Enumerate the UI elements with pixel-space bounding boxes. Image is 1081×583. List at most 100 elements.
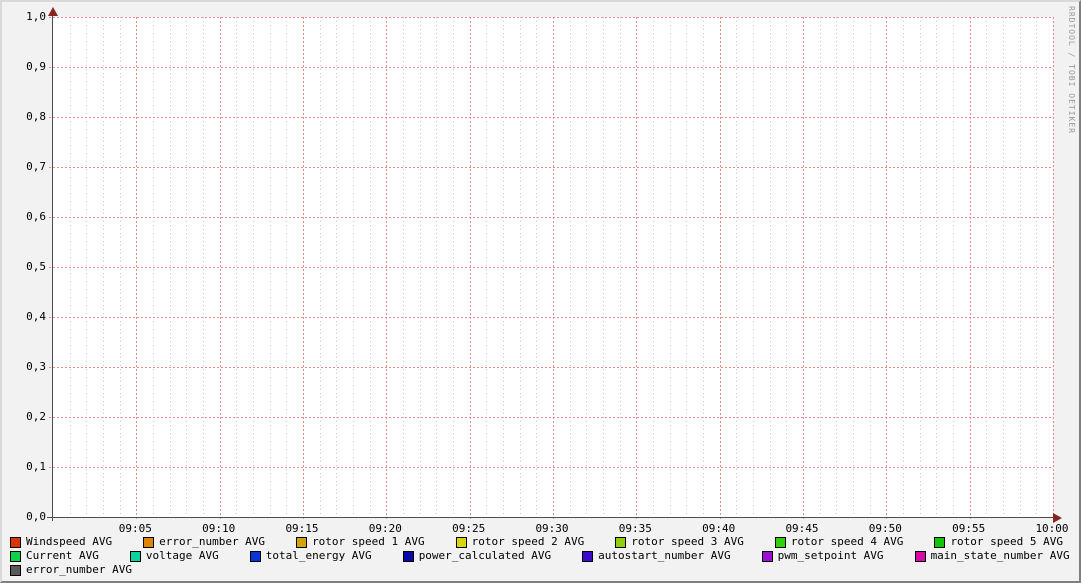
legend-swatch	[615, 536, 627, 548]
y-tick-label: 0,0	[26, 510, 46, 523]
legend-swatch	[761, 550, 773, 562]
legend-label: total_energy AVG	[265, 549, 372, 562]
legend-label: rotor speed 2 AVG	[471, 535, 585, 548]
x-tick-label: 09:10	[202, 522, 236, 535]
grid-major-vertical	[469, 17, 471, 521]
legend-swatch	[10, 564, 21, 576]
x-tick-label: 09:45	[785, 522, 819, 535]
legend-label: pwm_setpoint AVG	[777, 549, 884, 562]
grid-major-vertical	[803, 17, 804, 521]
grid-major-horizontal	[49, 167, 1053, 168]
grid-major-vertical	[636, 17, 638, 521]
grid-major-horizontal	[49, 67, 1053, 68]
x-tick-label: 09:40	[702, 522, 736, 535]
y-tick-label: 0,4	[26, 310, 46, 323]
legend-label: Windspeed AVG	[26, 535, 113, 548]
y-axis-arrow-icon	[48, 7, 58, 16]
legend-row: Current AVG voltage AVG total_energy AVG po…	[10, 549, 1070, 563]
grid-major-vertical	[219, 17, 221, 521]
x-tick-label: 09:55	[952, 522, 986, 535]
grid-major-horizontal	[49, 417, 1053, 418]
x-tick-label: 09:25	[452, 522, 486, 535]
legend-item: main_state_number AVG	[914, 549, 1070, 562]
grid-major-horizontal	[49, 267, 1053, 268]
legend-swatch	[129, 550, 141, 562]
legend-item: total_energy AVG	[249, 549, 372, 562]
y-tick-label: 0,6	[26, 210, 46, 223]
y-tick-label: 0,2	[26, 410, 46, 423]
legend-item: error_number AVG	[143, 536, 265, 548]
legend-item: rotor speed 2 AVG	[455, 535, 585, 548]
watermark: RRDTOOL / TOBI OETIKER	[1067, 6, 1076, 134]
y-tick-label: 0,8	[26, 110, 46, 123]
legend-label: rotor speed 5 AVG	[950, 535, 1064, 548]
legend-label: power_calculated AVG	[418, 549, 552, 562]
legend-item: rotor speed 5 AVG	[934, 536, 1063, 548]
grid-major-horizontal	[49, 467, 1053, 468]
grid-major-horizontal	[49, 317, 1053, 318]
legend-label: voltage AVG	[145, 549, 219, 562]
legend-item: pwm_setpoint AVG	[761, 549, 884, 562]
legend-swatch	[914, 550, 926, 562]
x-tick-label: 09:15	[285, 522, 319, 535]
legend-item: rotor speed 1 AVG	[296, 536, 425, 548]
grid-major-vertical	[969, 17, 971, 521]
x-tick-label: 10:00	[1035, 522, 1069, 535]
y-tick-label: 0,9	[26, 60, 46, 73]
x-tick-label: 09:20	[368, 522, 402, 535]
legend-swatch	[143, 536, 155, 548]
grid-major-horizontal	[49, 117, 1053, 118]
grid-major-horizontal	[49, 217, 1053, 218]
y-tick-label: 0,7	[26, 160, 46, 173]
legend-item: rotor speed 3 AVG	[615, 536, 744, 548]
grid-major-vertical	[136, 17, 138, 521]
y-tick-label: 0,1	[26, 460, 46, 473]
grid-major-vertical	[303, 17, 304, 521]
legend-item: autostart_number AVG	[582, 549, 731, 562]
grid-major-vertical	[1053, 17, 1054, 521]
legend-swatch	[249, 550, 261, 562]
legend-swatch	[402, 550, 414, 562]
y-tick-label: 1,0	[26, 10, 46, 23]
legend-item: rotor speed 4 AVG	[774, 535, 904, 548]
legend-label: rotor speed 1 AVG	[312, 535, 425, 548]
legend-label: autostart_number AVG	[598, 549, 731, 562]
y-tick-label: 0,5	[26, 260, 46, 273]
legend-item: power_calculated AVG	[402, 549, 552, 562]
x-tick-label: 09:35	[618, 522, 652, 535]
legend-swatch	[296, 536, 308, 548]
legend-label: rotor speed 3 AVG	[631, 535, 744, 548]
grid-major-horizontal	[49, 367, 1053, 368]
legend-item: Windspeed AVG	[10, 536, 112, 548]
grid-major-horizontal	[49, 17, 1053, 18]
plot-canvas	[49, 17, 1054, 521]
x-tick-label: 09:50	[868, 522, 902, 535]
legend-label: rotor speed 4 AVG	[790, 535, 904, 548]
grid-major-vertical	[719, 17, 721, 521]
legend-swatch	[582, 550, 594, 562]
x-tick-label: 09:30	[535, 522, 569, 535]
rrdtool-graph: 0,0 0,1 0,2 0,3 0,4 0,5 0,6 0,7 0,8 0,9 1,0 09:05 0…	[0, 0, 1081, 583]
y-tick-label: 0,3	[26, 360, 46, 373]
legend-label: error_number AVG	[159, 535, 266, 548]
grid-major-vertical	[886, 17, 888, 521]
legend-label: Current AVG	[26, 549, 99, 562]
legend-item: Current AVG	[10, 550, 99, 562]
legend-swatch	[934, 536, 946, 548]
legend-swatch	[10, 550, 21, 562]
legend-row: error_number AVG	[10, 563, 1070, 577]
legend-item: voltage AVG	[129, 549, 219, 562]
grid-major-vertical	[553, 17, 554, 521]
legend-swatch	[10, 536, 21, 548]
legend-item: error_number AVG	[10, 564, 132, 576]
legend-label: error_number AVG	[26, 563, 132, 576]
legend: Windspeed AVG error_number AVG rotor speed…	[10, 535, 1070, 577]
legend-label: main_state_number AVG	[930, 549, 1070, 562]
legend-row: Windspeed AVG error_number AVG rotor speed…	[10, 535, 1070, 549]
x-tick-label: 09:05	[118, 522, 152, 535]
y-axis-line	[52, 10, 53, 521]
grid-major-vertical	[386, 17, 388, 521]
x-axis-line	[47, 517, 1055, 518]
legend-swatch	[455, 536, 467, 548]
legend-swatch	[774, 536, 786, 548]
